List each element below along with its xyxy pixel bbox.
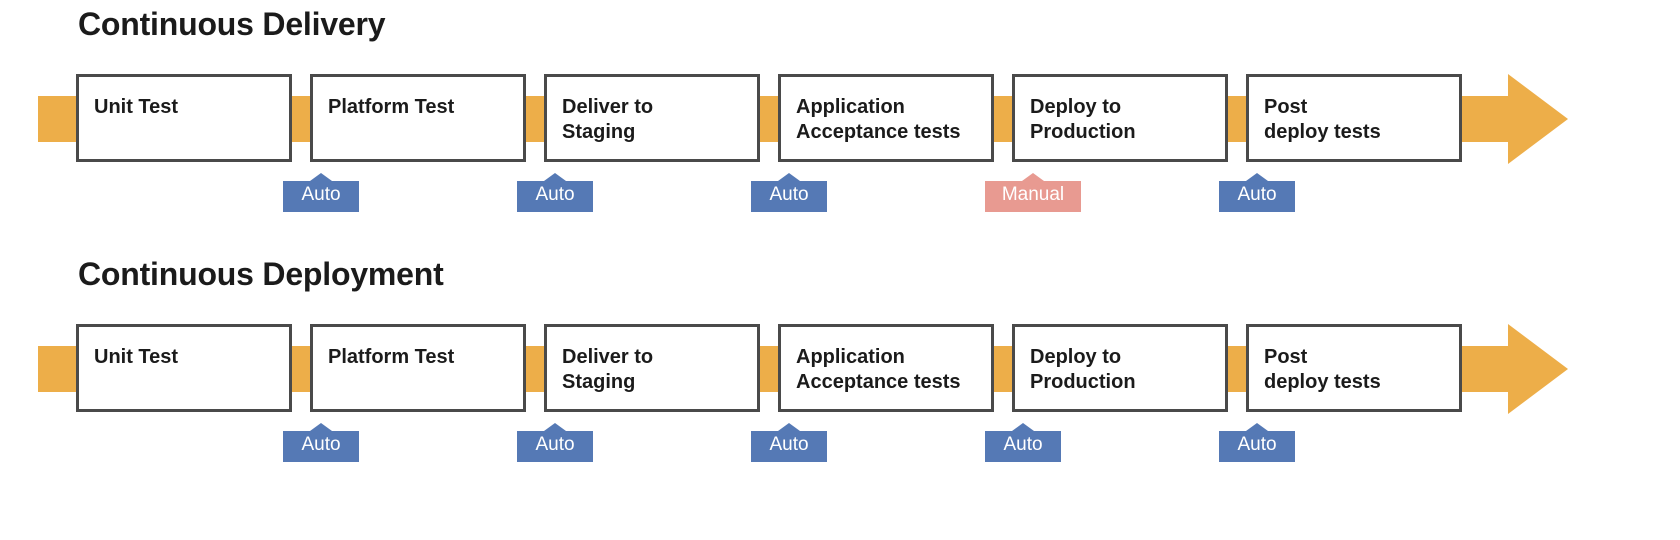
- stage-label: Post deploy tests: [1264, 96, 1381, 143]
- stage-box[interactable]: Unit Test: [76, 324, 292, 412]
- stage-box[interactable]: Application Acceptance tests: [778, 324, 994, 412]
- gate-badge-manual[interactable]: Manual: [985, 173, 1081, 212]
- stage-label: Deliver to Staging: [562, 346, 654, 393]
- diagram-canvas: { "diagram": { "title_row_1": "Continuou…: [0, 0, 1680, 540]
- gate-badge-auto[interactable]: Auto: [283, 423, 359, 462]
- stage-box[interactable]: Platform Test: [310, 74, 526, 162]
- stage-box[interactable]: Unit Test: [76, 74, 292, 162]
- page-title: Continuous Delivery: [78, 6, 386, 42]
- pipeline-track: Unit Test Platform Test Deliver to Stagi…: [0, 324, 1680, 462]
- stage-box[interactable]: Post deploy tests: [1246, 324, 1462, 412]
- stage-box[interactable]: Deliver to Staging: [544, 324, 760, 412]
- stage-label: Deliver to Staging: [562, 96, 654, 143]
- stage-box[interactable]: Deploy to Production: [1012, 324, 1228, 412]
- gate-badge-auto[interactable]: Auto: [517, 423, 593, 462]
- pipeline-arrow-icon: [1472, 74, 1568, 164]
- gate-badge-auto[interactable]: Auto: [517, 173, 593, 212]
- gate-badge-auto[interactable]: Auto: [1219, 423, 1295, 462]
- stage-box[interactable]: Application Acceptance tests: [778, 74, 994, 162]
- page-title: Continuous Deployment: [78, 256, 444, 292]
- stage-label: Deploy to Production: [1030, 346, 1136, 393]
- stage-label: Unit Test: [94, 346, 179, 368]
- pipeline-track: Unit Test Platform Test Deliver to Stagi…: [0, 74, 1680, 212]
- pipeline-arrow-icon: [1472, 324, 1568, 414]
- stage-box[interactable]: Deploy to Production: [1012, 74, 1228, 162]
- stage-box[interactable]: Platform Test: [310, 324, 526, 412]
- stage-label: Application Acceptance tests: [796, 96, 961, 143]
- stage-label: Platform Test: [328, 96, 455, 118]
- stage-label: Platform Test: [328, 346, 455, 368]
- gate-badge-auto[interactable]: Auto: [1219, 173, 1295, 212]
- stage-box[interactable]: Deliver to Staging: [544, 74, 760, 162]
- gate-badge-auto[interactable]: Auto: [751, 173, 827, 212]
- stage-label: Post deploy tests: [1264, 346, 1381, 393]
- gate-badge-auto[interactable]: Auto: [283, 173, 359, 212]
- stage-label: Deploy to Production: [1030, 96, 1136, 143]
- stage-label: Unit Test: [94, 96, 179, 118]
- gate-badge-auto[interactable]: Auto: [985, 423, 1061, 462]
- stage-box[interactable]: Post deploy tests: [1246, 74, 1462, 162]
- stage-label: Application Acceptance tests: [796, 346, 961, 393]
- gate-badge-auto[interactable]: Auto: [751, 423, 827, 462]
